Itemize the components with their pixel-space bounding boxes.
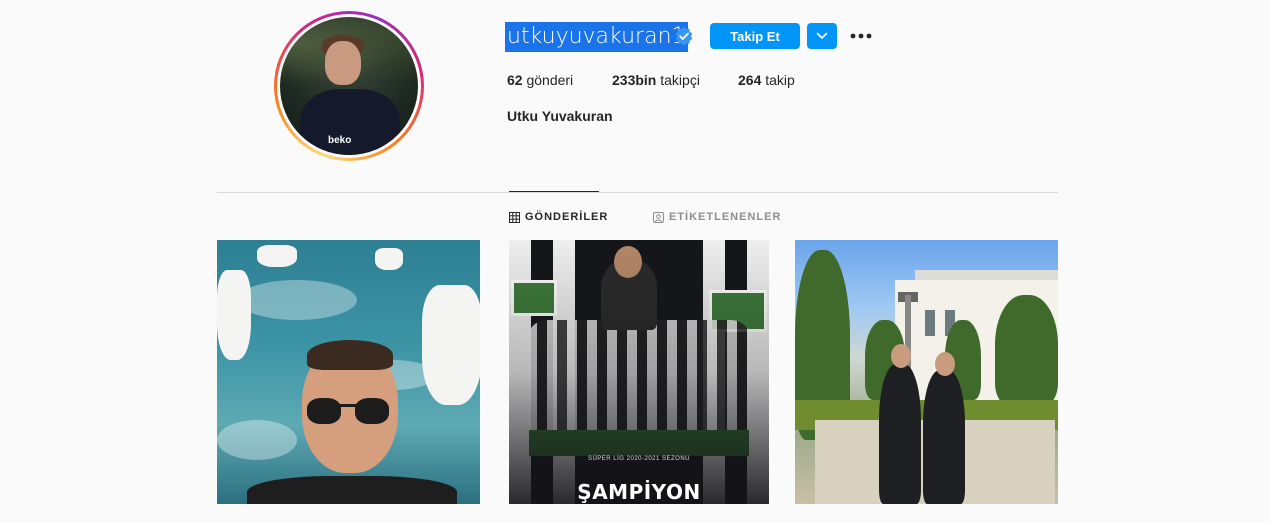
player-figure (879, 364, 921, 504)
person-hair (307, 340, 393, 370)
post-thumbnail-two-players[interactable] (795, 240, 1058, 504)
stat-following-label: takip (765, 72, 795, 88)
avatar-face (325, 41, 361, 85)
tab-posts-label: GÖNDERİLER (525, 211, 609, 223)
avatar-sponsor-logo: beko (328, 135, 352, 146)
player-figure (923, 370, 965, 504)
chevron-down-icon (816, 32, 828, 39)
stat-followers-value: 233bin (612, 72, 657, 88)
stat-posts-value: 62 (507, 72, 523, 88)
wave-highlight (237, 280, 357, 320)
wave-highlight (217, 420, 297, 460)
boat (217, 270, 251, 360)
more-horizontal-icon (850, 33, 872, 39)
avatar[interactable]: beko (280, 17, 418, 155)
sunglasses-lens (307, 398, 341, 424)
stat-posts-label: gönderi (526, 72, 574, 88)
stat-following[interactable]: 264 takip (738, 72, 795, 88)
building-window (925, 310, 935, 336)
grid-icon (509, 211, 520, 223)
poster-title: ŞAMPİYON (577, 480, 701, 504)
more-options-button[interactable] (848, 26, 874, 46)
stat-followers[interactable]: 233bin takipçi (612, 72, 700, 88)
poster-shade (509, 240, 769, 504)
post-thumbnail-boat-selfie[interactable] (217, 240, 480, 504)
stat-posts: 62 gönderi (507, 72, 573, 88)
tab-tagged-label: ETİKETLENENLER (669, 211, 782, 223)
tab-tagged[interactable]: ETİKETLENENLER (653, 210, 781, 224)
tabs-divider (217, 192, 1058, 193)
suggested-dropdown-button[interactable] (807, 23, 837, 49)
post-thumbnail-champions-poster[interactable]: SÜPER LİG 2020-2021 SEZONU ŞAMPİYON (509, 240, 769, 504)
player-face (891, 344, 911, 368)
full-name: Utku Yuvakuran (507, 108, 613, 124)
boat (375, 248, 403, 270)
player-face (935, 352, 955, 376)
tree (995, 295, 1058, 405)
stat-followers-label: takipçi (660, 72, 700, 88)
boat (422, 285, 480, 405)
sunglasses-lens (355, 398, 389, 424)
active-tab-indicator (509, 191, 599, 192)
boat (257, 245, 297, 267)
poster-subtitle: SÜPER LİG 2020-2021 SEZONU (587, 456, 691, 462)
person-shirt (247, 476, 457, 504)
profile-avatar-ring[interactable]: beko (274, 11, 424, 161)
verified-badge-icon (675, 27, 693, 46)
stat-following-value: 264 (738, 72, 762, 88)
tab-posts[interactable]: GÖNDERİLER (509, 210, 608, 224)
username: utkuyuvakuran1 (505, 22, 688, 52)
follow-button[interactable]: Takip Et (710, 23, 800, 49)
tagged-icon (653, 211, 664, 223)
sunglasses-bridge (339, 404, 357, 407)
